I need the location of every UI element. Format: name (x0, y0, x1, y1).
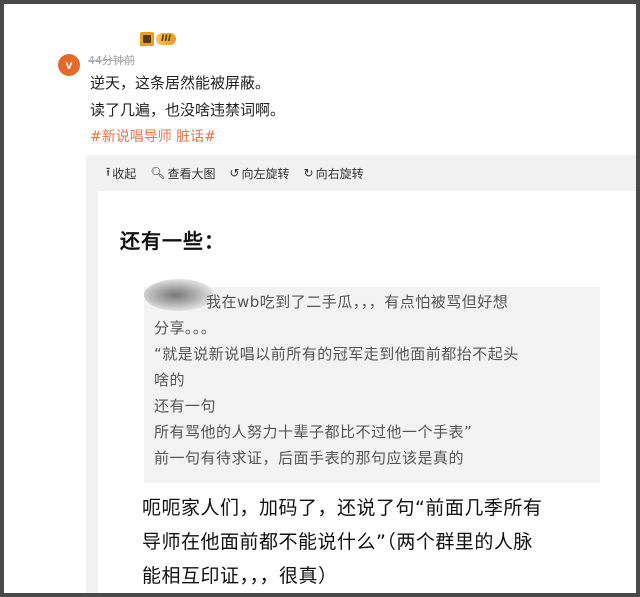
quoted-chat-box: 我在wb吃到了二手瓜，，，有点怕被骂但好想 分享。。。 “就是说新说唱以前所有的… (144, 279, 600, 483)
view-large-button[interactable]: 🔍︎ 查看大图 (150, 165, 215, 182)
collapse-button[interactable]: ⭱ 收起 (106, 163, 136, 184)
hashtag-link[interactable]: #新说唱导师 脏话# (90, 126, 216, 146)
vip-crown-icon (140, 32, 154, 46)
media-viewer: ⭱ 收起 🔍︎ 查看大图 ↺ 向左旋转 ↻ 向右旋转 还有一些： 我在wb吃到了… (86, 155, 636, 593)
quote-line-1: 我在wb吃到了二手瓜，，，有点怕被骂但好想 (206, 293, 509, 311)
rotate-right-label: 向右旋转 (315, 166, 364, 181)
vip-level: III (156, 33, 177, 45)
image-body-line-1: 呃呃家人们，加码了，还说了句“前面几季所有 (142, 497, 543, 519)
rotate-left-icon: ↺ (229, 166, 240, 180)
image-body-line-3: 能相互印证，，，很真） (142, 565, 338, 587)
rotate-right-button[interactable]: ↻ 向右旋转 (304, 165, 364, 182)
quote-line-5: 还有一句 (154, 397, 217, 415)
quote-line-7: 前一句有待求证，后面手表的那句应该是真的 (154, 449, 465, 467)
post-text-line-1: 逆天，这条居然能被屏蔽。 (90, 74, 271, 92)
image-body-line-2: 导师在他面前都不能说什么”（两个群里的人脉 (142, 531, 533, 553)
screenshot-frame: III v 44分钟前 逆天，这条居然能被屏蔽。 读了几遍，也没啥违禁词啊。 #… (4, 4, 636, 593)
rotate-left-label: 向左旋转 (241, 166, 290, 181)
post-time[interactable]: 44分钟前 (88, 52, 135, 68)
quote-line-6: 所有骂他的人努力十辈子都比不过他一个手表” (154, 423, 473, 441)
quote-line-4: 啥的 (154, 371, 186, 389)
quote-line-3: “就是说新说唱以前所有的冠军走到他面前都抬不起头 (154, 345, 519, 363)
collapse-label: 收起 (112, 166, 137, 181)
weibo-avatar-icon[interactable]: v (58, 54, 80, 76)
magnifier-icon: 🔍︎ (150, 166, 166, 180)
image-heading: 还有一些： (120, 229, 225, 253)
post-text-line-2: 读了几遍，也没啥违禁词啊。 (90, 101, 286, 119)
vip-badge: III (140, 32, 180, 46)
post-image[interactable]: 还有一些： 我在wb吃到了二手瓜，，，有点怕被骂但好想 分享。。。 “就是说新说… (98, 191, 636, 593)
blurred-avatar (144, 279, 214, 311)
arrow-up-icon: ⭱ (106, 164, 111, 179)
rotate-left-button[interactable]: ↺ 向左旋转 (229, 165, 289, 182)
view-large-label: 查看大图 (167, 166, 216, 181)
media-toolbar: ⭱ 收起 🔍︎ 查看大图 ↺ 向左旋转 ↻ 向右旋转 (86, 155, 636, 191)
rotate-right-icon: ↻ (303, 166, 314, 180)
quote-line-2: 分享。。。 (154, 319, 217, 337)
